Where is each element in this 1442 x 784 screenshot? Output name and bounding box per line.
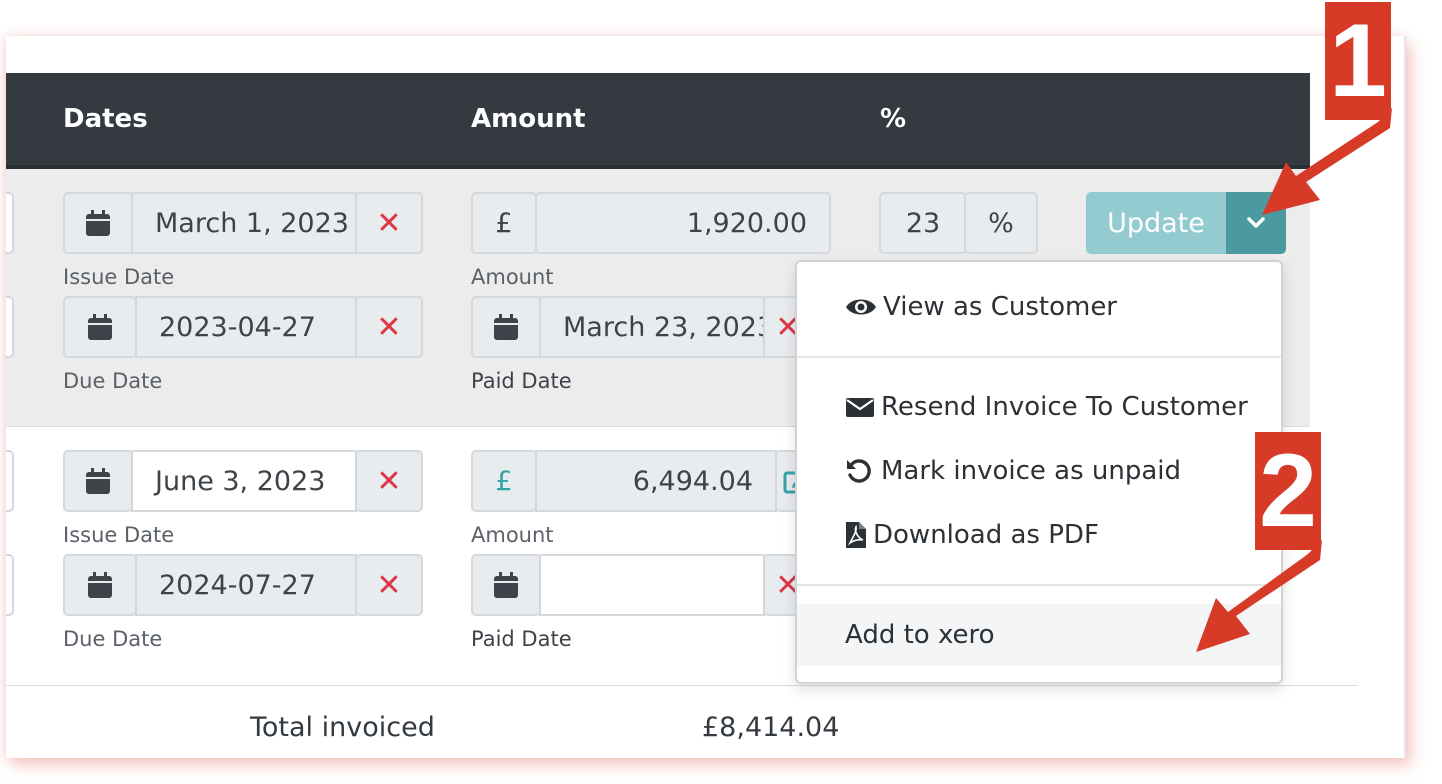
annotation-badge-2: 2: [1255, 432, 1321, 550]
due-date-input[interactable]: 2023-04-27: [135, 296, 357, 358]
currency-addon: £: [471, 450, 537, 512]
issue-date-input[interactable]: March 1, 2023: [131, 192, 357, 254]
annotation-badge-1: 1: [1325, 2, 1391, 120]
row-cell-edge: [6, 296, 14, 358]
row-cell-edge: [6, 192, 14, 254]
undo-icon: [845, 457, 875, 485]
menu-item-label: Mark invoice as unpaid: [881, 456, 1182, 486]
percent-addon: %: [964, 192, 1038, 254]
actions-dropdown-menu: View as Customer Resend Invoice To Custo…: [795, 260, 1283, 684]
menu-item-download-pdf[interactable]: Download as PDF: [797, 504, 1281, 566]
row-cell-edge: [6, 450, 14, 512]
total-invoiced-label: Total invoiced: [250, 712, 435, 743]
calendar-icon[interactable]: [471, 296, 541, 358]
due-date-label: Due Date: [63, 627, 163, 651]
menu-divider: [797, 356, 1281, 358]
calendar-icon[interactable]: [63, 450, 133, 512]
eye-icon: [845, 296, 877, 318]
due-date-input[interactable]: 2024-07-27: [135, 554, 357, 616]
amount-input[interactable]: 1,920.00: [535, 192, 831, 254]
paid-date-input[interactable]: [539, 554, 765, 616]
paid-date-label: Paid Date: [471, 369, 572, 393]
due-date-label: Due Date: [63, 369, 163, 393]
row-cell-edge: [6, 554, 14, 616]
menu-item-label: Resend Invoice To Customer: [881, 392, 1248, 422]
paid-date-input[interactable]: March 23, 2023: [539, 296, 765, 358]
calendar-icon[interactable]: [63, 554, 137, 616]
clear-due-date-button[interactable]: ✕: [355, 554, 423, 616]
menu-item-resend-invoice[interactable]: Resend Invoice To Customer: [797, 376, 1281, 438]
column-dates: Dates: [63, 104, 148, 134]
menu-item-mark-unpaid[interactable]: Mark invoice as unpaid: [797, 440, 1281, 502]
issue-date-input[interactable]: June 3, 2023: [131, 450, 357, 512]
invoice-table-panel: Dates Amount % March 1, 2023 ✕ Issue Dat…: [6, 36, 1406, 758]
amount-label: Amount: [471, 523, 554, 547]
percent-input[interactable]: 23: [879, 192, 967, 254]
menu-item-label: Add to xero: [845, 620, 995, 650]
menu-item-label: Download as PDF: [873, 520, 1099, 550]
currency-addon: £: [471, 192, 537, 254]
update-button[interactable]: Update: [1086, 192, 1226, 254]
menu-item-view-as-customer[interactable]: View as Customer: [797, 276, 1281, 338]
envelope-icon: [845, 396, 875, 418]
amount-input[interactable]: 6,494.04: [535, 450, 777, 512]
calendar-icon[interactable]: [63, 296, 137, 358]
file-pdf-icon: [845, 521, 867, 549]
table-header: Dates Amount %: [6, 73, 1310, 169]
chevron-down-icon: [1247, 214, 1265, 233]
menu-item-label: View as Customer: [883, 292, 1117, 322]
issue-date-label: Issue Date: [63, 265, 175, 289]
calendar-icon[interactable]: [471, 554, 541, 616]
calendar-icon[interactable]: [63, 192, 133, 254]
amount-label: Amount: [471, 265, 554, 289]
total-invoiced-value: £8,414.04: [702, 712, 840, 743]
column-amount: Amount: [471, 104, 586, 134]
menu-divider: [797, 584, 1281, 586]
issue-date-label: Issue Date: [63, 523, 175, 547]
clear-issue-date-button[interactable]: ✕: [355, 450, 423, 512]
column-percent: %: [880, 104, 907, 134]
clear-issue-date-button[interactable]: ✕: [355, 192, 423, 254]
dropdown-toggle-button[interactable]: [1226, 192, 1286, 254]
paid-date-label: Paid Date: [471, 627, 572, 651]
clear-due-date-button[interactable]: ✕: [355, 296, 423, 358]
menu-item-add-to-xero[interactable]: Add to xero: [797, 604, 1281, 666]
